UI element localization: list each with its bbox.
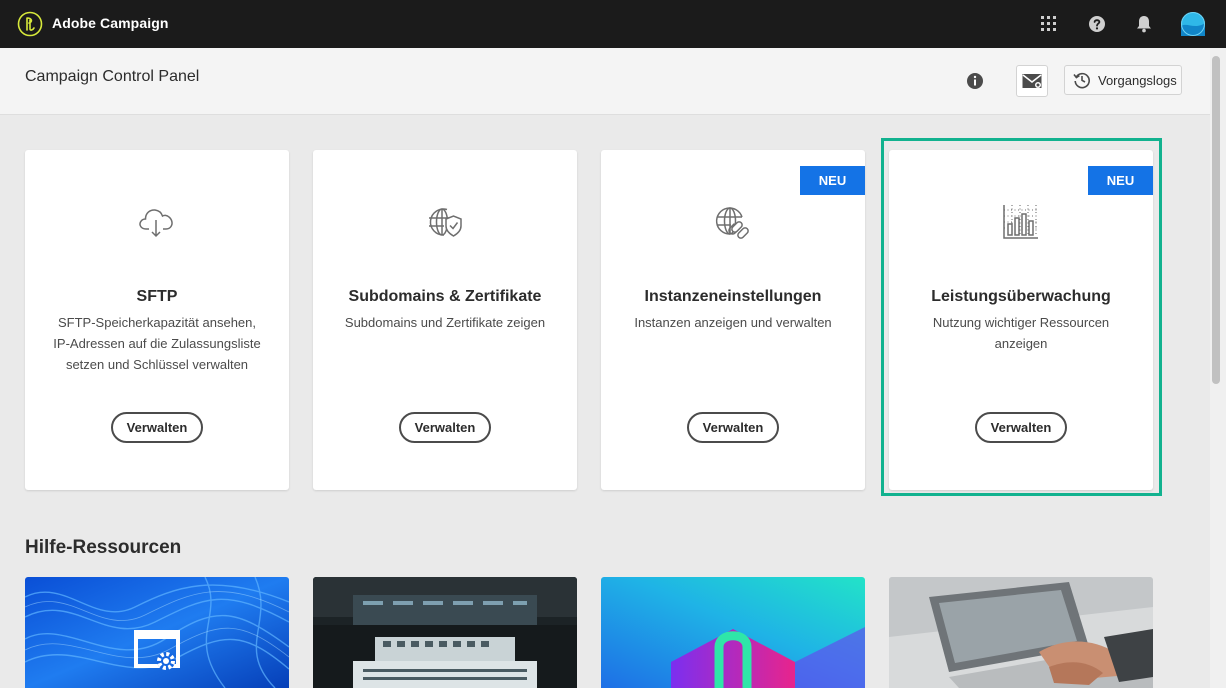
card-description: Nutzung wichtiger Ressourcen anzeigen: [932, 315, 1110, 351]
top-bar: Adobe Campaign: [0, 0, 1226, 48]
card-title: Subdomains & Zertifikate: [348, 288, 542, 305]
card-description: SFTP-Speicherkapazität ansehen, IP-Adres…: [53, 315, 261, 372]
help-resource-3[interactable]: [601, 577, 865, 688]
help-resource-4[interactable]: [889, 577, 1153, 688]
vorgangslogs-label: Vorgangslogs: [1098, 72, 1177, 88]
help-resource-1[interactable]: [25, 577, 289, 688]
bell-icon[interactable]: [1132, 12, 1156, 36]
scrollbar-thumb[interactable]: [1212, 56, 1220, 384]
card-description: Subdomains und Zertifikate zeigen: [344, 315, 546, 330]
apps-grid-icon[interactable]: [1037, 12, 1061, 36]
manage-button[interactable]: Verwalten: [111, 412, 203, 443]
bar-chart-icon: [1003, 205, 1038, 239]
vorgangslogs-button[interactable]: Vorgangslogs: [1064, 65, 1182, 95]
help-resource-2[interactable]: [313, 577, 577, 688]
new-badge: NEU: [800, 166, 865, 195]
history-icon: [1073, 72, 1090, 89]
manage-button[interactable]: Verwalten: [975, 412, 1067, 443]
card-title: SFTP: [136, 288, 178, 305]
card-title: Leistungsüberwachung: [931, 288, 1111, 305]
new-badge: NEU: [1088, 166, 1153, 195]
card-performance-monitoring: NEU Leistungsüberwachung Nutzung wichtig…: [889, 150, 1153, 490]
card-sftp: SFTP SFTP-Speicherkapazität ansehen, IP-…: [25, 150, 289, 490]
help-resources-title: Hilfe-Ressourcen: [25, 537, 182, 558]
globe-link-icon: [715, 207, 749, 239]
card-subdomains: Subdomains & Zertifikate Subdomains und …: [313, 150, 577, 490]
envelope-icon: [1022, 74, 1042, 88]
scrollbar[interactable]: [1210, 48, 1226, 688]
email-settings-button[interactable]: [1016, 65, 1048, 97]
info-icon[interactable]: [966, 72, 984, 90]
manage-button[interactable]: Verwalten: [687, 412, 779, 443]
card-description: Instanzen anzeigen und verwalten: [634, 315, 832, 330]
cloud-download-icon: [139, 209, 173, 238]
card-instance-settings: NEU Instanzeneinstellungen Instanzen anz…: [601, 150, 865, 490]
user-avatar[interactable]: [1181, 12, 1205, 36]
help-icon[interactable]: [1085, 12, 1109, 36]
adobe-campaign-logo-icon[interactable]: [17, 11, 43, 37]
card-title: Instanzeneinstellungen: [644, 288, 822, 305]
manage-button[interactable]: Verwalten: [399, 412, 491, 443]
globe-shield-icon: [429, 208, 462, 237]
page-header: Campaign Control Panel Vorgangslogs: [0, 48, 1210, 115]
app-name: Adobe Campaign: [52, 15, 169, 31]
page-title: Campaign Control Panel: [25, 68, 200, 85]
